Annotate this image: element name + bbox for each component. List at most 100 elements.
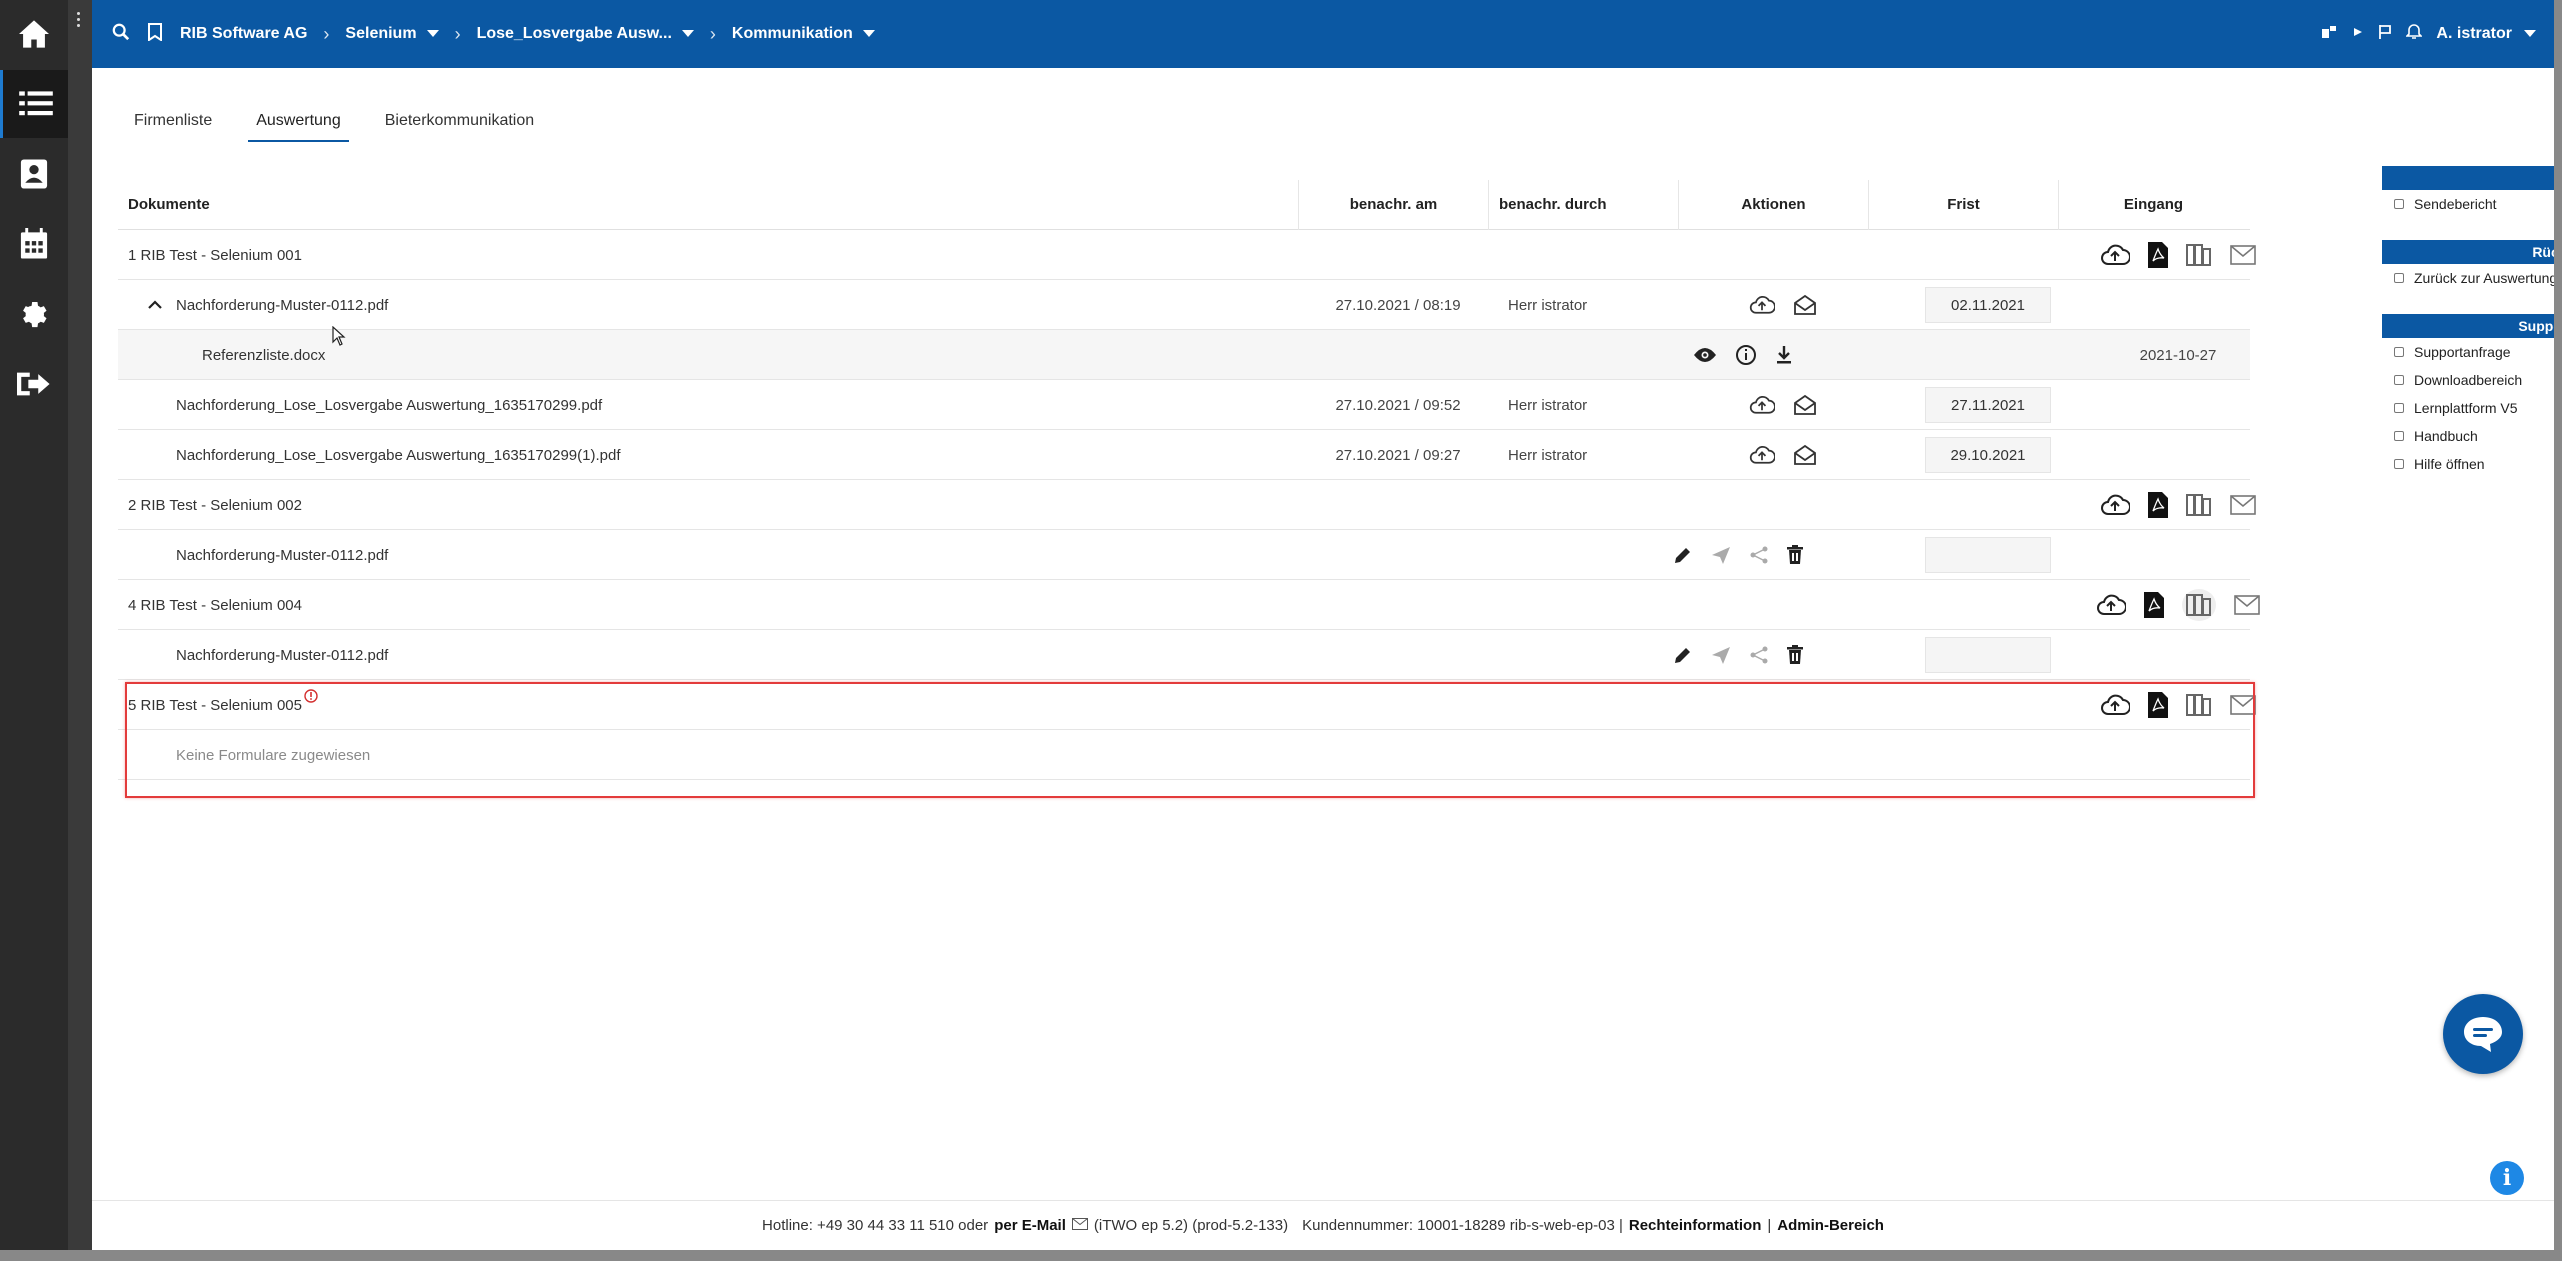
breadcrumb-company[interactable]: RIB Software AG [180,25,307,43]
chevron-right-icon: › [709,23,716,44]
eingang-actions [2083,580,2273,630]
tab-bieterkommunikation[interactable]: Bieterkommunikation [377,106,542,142]
info-button[interactable]: i [2490,1161,2524,1195]
calendar-icon[interactable] [0,210,68,278]
user-menu[interactable]: A. istrator [2436,25,2536,43]
panel-link-label: Lernplattform V5 [2414,400,2518,416]
panel-link-label: Zurück zur Auswertung [2414,270,2558,286]
arrow-icon[interactable] [2352,25,2364,43]
panel-link-hilfe[interactable]: Hilfe öffnen [2382,450,2562,478]
logout-icon[interactable] [0,350,68,418]
binder-icon[interactable] [2186,243,2212,267]
footer-separator: | [1767,1217,1772,1234]
breadcrumb-lot[interactable]: Lose_Losvergabe Ausw... [477,25,694,43]
binder-icon[interactable] [2182,589,2216,621]
header-benachr-am[interactable]: benachr. am [1298,179,1488,230]
send-icon[interactable] [1711,645,1731,665]
mail-icon[interactable] [2230,245,2256,265]
binder-icon[interactable] [2186,693,2212,717]
share-icon[interactable] [1749,545,1769,565]
breadcrumb-project[interactable]: Selenium [345,25,439,43]
bidder-name[interactable]: 1 RIB Test - Selenium 001 [128,230,302,280]
footer-admin-link[interactable]: Admin-Bereich [1777,1217,1884,1234]
deadline-field[interactable]: 27.11.2021 [1925,387,2051,423]
mail-icon[interactable] [2230,695,2256,715]
header-frist[interactable]: Frist [1868,179,2058,230]
bidder-name[interactable]: 5 RIB Test - Selenium 005 [128,680,318,730]
tab-firmenliste[interactable]: Firmenliste [126,106,220,142]
footer-rechteinformation-link[interactable]: Rechteinformation [1629,1217,1762,1234]
panel-link-downloadbereich[interactable]: Downloadbereich [2382,366,2562,394]
mail-icon[interactable] [2230,495,2256,515]
cloud-upload-icon[interactable] [2100,494,2130,516]
right-panel: Aktionen Sendebericht Rücksprung Zurück … [2382,166,2562,500]
deadline-field[interactable]: 02.11.2021 [1925,287,2051,323]
pencil-icon[interactable] [1673,545,1693,565]
bookmark-icon[interactable] [148,22,162,46]
breadcrumb-section[interactable]: Kommunikation [732,25,875,43]
panel-link-lernplattform[interactable]: Lernplattform V5 [2382,394,2562,422]
tab-auswertung[interactable]: Auswertung [248,106,349,142]
chevron-up-icon[interactable] [148,280,162,330]
header-dokumente[interactable]: Dokumente [118,180,1298,230]
cloud-upload-icon[interactable] [2100,694,2130,716]
document-link[interactable]: Nachforderung-Muster-0112.pdf [176,280,388,330]
download-icon[interactable] [1775,345,1793,365]
document-link[interactable]: Nachforderung-Muster-0112.pdf [176,630,388,680]
home-icon[interactable] [0,0,68,68]
chat-button[interactable] [2443,994,2523,1074]
cloud-upload-icon[interactable] [2096,594,2126,616]
pdf-icon[interactable] [2148,242,2168,268]
panel-link-zurueck[interactable]: Zurück zur Auswertung [2382,264,2562,292]
binder-icon[interactable] [2186,493,2212,517]
more-vertical-icon[interactable] [77,12,81,30]
pdf-icon[interactable] [2148,492,2168,518]
trash-icon[interactable] [1787,545,1803,565]
mail-open-icon[interactable] [1793,394,1817,416]
pdf-icon[interactable] [2148,692,2168,718]
panel-link-label: Sendebericht [2414,196,2497,212]
send-icon[interactable] [1711,545,1731,565]
mail-open-icon[interactable] [1793,444,1817,466]
pencil-icon[interactable] [1673,645,1693,665]
footer-hotline: Hotline: +49 30 44 33 11 510 oder [762,1217,989,1234]
trash-icon[interactable] [1787,645,1803,665]
mail-open-icon[interactable] [1793,294,1817,316]
document-link[interactable]: Nachforderung_Lose_Losvergabe Auswertung… [176,430,621,480]
list-icon[interactable] [0,70,68,138]
cloud-upload-icon[interactable] [1749,295,1775,315]
attachment-name[interactable]: Referenzliste.docx [202,330,325,380]
mail-icon[interactable] [2234,595,2260,615]
table-row: Referenzliste.docx 2021-10-27 [118,330,2250,380]
apps-icon[interactable] [2322,24,2338,45]
panel-link-sendebericht[interactable]: Sendebericht [2382,190,2562,218]
cloud-upload-icon[interactable] [1749,445,1775,465]
search-icon[interactable] [112,23,130,46]
table-row: 5 RIB Test - Selenium 005 [118,680,2256,730]
flag-icon[interactable] [2378,24,2392,45]
document-link[interactable]: Nachforderung-Muster-0112.pdf [176,530,388,580]
document-link[interactable]: Nachforderung_Lose_Losvergabe Auswertung… [176,380,602,430]
bidder-name[interactable]: 4 RIB Test - Selenium 004 [128,580,302,630]
bidder-name[interactable]: 2 RIB Test - Selenium 002 [128,480,302,530]
deadline-field[interactable] [1925,637,2051,673]
footer-email-link[interactable]: per E-Mail [994,1217,1066,1234]
breadcrumb-lot-label: Lose_Losvergabe Ausw... [476,25,672,42]
panel-link-supportanfrage[interactable]: Supportanfrage [2382,338,2562,366]
info-icon[interactable] [1735,344,1757,366]
deadline-field[interactable]: 29.10.2021 [1925,437,2051,473]
bell-icon[interactable] [2405,23,2424,45]
cloud-upload-icon[interactable] [2100,244,2130,266]
panel-link-handbuch[interactable]: Handbuch [2382,422,2562,450]
cloud-upload-icon[interactable] [1749,395,1775,415]
deadline-field[interactable] [1925,537,2051,573]
header-benachr-durch[interactable]: benachr. durch [1488,179,1678,230]
share-icon[interactable] [1749,645,1769,665]
table-row: Keine Formulare zugewiesen [118,730,2250,780]
contact-card-icon[interactable] [0,140,68,208]
top-bar: RIB Software AG › Selenium › Lose_Losver… [92,0,2554,68]
pdf-icon[interactable] [2144,592,2164,618]
notified-by: Herr istrator [1508,296,1588,314]
eye-icon[interactable] [1693,347,1717,363]
gear-icon[interactable] [0,280,68,348]
